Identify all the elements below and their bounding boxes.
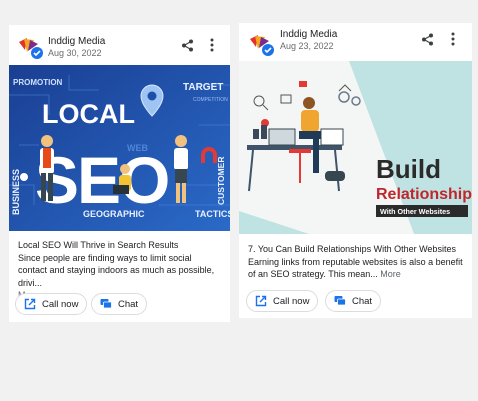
business-logo-icon [250,35,274,56]
image-headline-relationships: Relationships [376,186,472,203]
image-headline-build: Build [376,154,441,184]
post-header: Inddig Media Aug 23, 2022 [239,23,472,63]
post-body: Since people are finding ways to limit s… [18,252,215,288]
chat-button[interactable]: Chat [325,290,381,312]
image-word-seo: SEO [35,143,168,217]
post-image[interactable]: PROMOTION TARGET COMPETITION BUSINESS CU… [9,65,230,231]
image-word-local: LOCAL [42,99,135,129]
post-header: Inddig Media Aug 30, 2022 [9,25,230,65]
keyword: TACTICS [195,209,230,219]
more-options-icon[interactable] [449,32,457,46]
open-link-icon [24,298,36,310]
open-link-icon [255,295,267,307]
share-icon[interactable] [421,33,434,46]
keyword: TARGET [183,82,223,93]
share-icon[interactable] [181,39,194,52]
more-link[interactable]: More [380,269,401,279]
post-date: Aug 30, 2022 [48,48,102,58]
post-date: Aug 23, 2022 [280,41,334,51]
call-now-label: Call now [273,295,310,307]
user-icon [20,173,28,181]
more-options-icon[interactable] [208,38,216,52]
post-card: Inddig Media Aug 23, 2022 Build Relation… [239,23,472,318]
keyword: CUSTOMER [216,157,226,206]
post-body: Earning links from reputable websites is… [248,256,463,280]
call-now-label: Call now [42,298,79,310]
chat-icon [334,296,346,306]
post-title: 7. You Can Build Relationships With Othe… [248,244,456,254]
chat-label: Chat [352,295,373,307]
keyword: BUSINESS [11,169,21,215]
image-headline-subtitle: With Other Websites [380,207,450,216]
post-card: Inddig Media Aug 30, 2022 PROMOTION TARG… [9,25,230,322]
chat-icon [100,299,112,309]
keyword: PROMOTION [13,78,63,87]
chat-button[interactable]: Chat [91,293,147,315]
call-now-button[interactable]: Call now [15,293,87,315]
post-image[interactable]: Build Relationships With Other Websites [239,61,472,234]
keyword: COMPETITION [193,97,228,103]
post-text: 7. You Can Build Relationships With Othe… [248,243,464,281]
business-name: Inddig Media [280,29,338,40]
business-logo-icon [19,38,43,59]
call-now-button[interactable]: Call now [246,290,318,312]
post-title: Local SEO Will Thrive in Search Results [18,240,179,250]
business-name: Inddig Media [48,36,106,47]
chat-label: Chat [118,298,139,310]
